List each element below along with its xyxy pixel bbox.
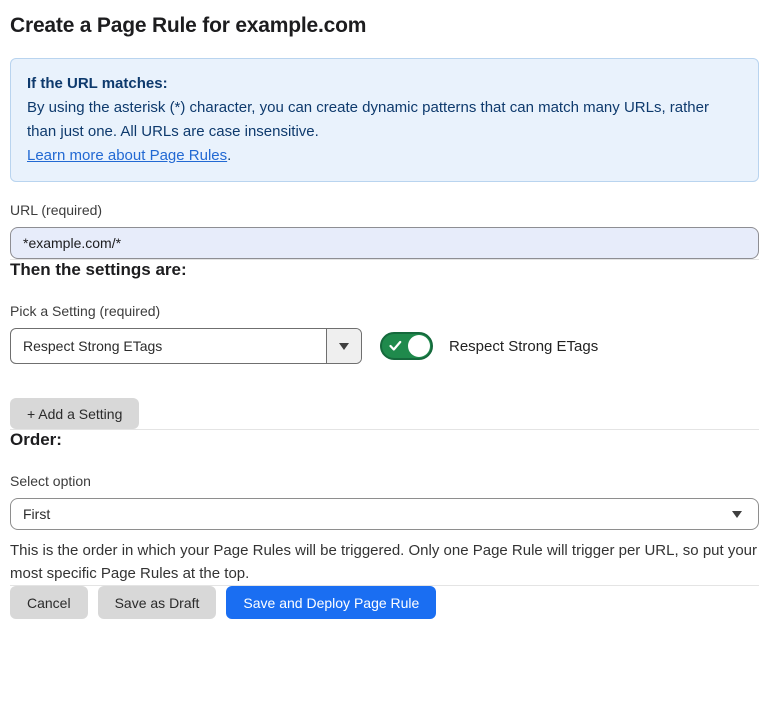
setting-select-value: Respect Strong ETags (11, 329, 326, 363)
check-icon (389, 341, 402, 352)
toggle-knob (408, 335, 430, 357)
setting-toggle-on[interactable] (380, 332, 433, 360)
info-box-body: By using the asterisk (*) character, you… (27, 96, 742, 144)
order-select-value: First (23, 506, 50, 522)
save-and-deploy-button[interactable]: Save and Deploy Page Rule (226, 586, 436, 619)
chevron-down-icon[interactable] (326, 329, 361, 363)
setting-select-dropdown[interactable]: Respect Strong ETags (10, 328, 362, 364)
order-heading: Order: (10, 430, 759, 450)
learn-more-link[interactable]: Learn more about Page Rules (27, 147, 227, 164)
order-select-label: Select option (10, 473, 759, 489)
add-setting-button[interactable]: + Add a Setting (10, 398, 139, 429)
info-box-heading: If the URL matches: (27, 72, 742, 96)
cancel-button[interactable]: Cancel (10, 586, 88, 619)
order-description: This is the order in which your Page Rul… (10, 539, 759, 585)
create-page-rule-form: Create a Page Rule for example.com If th… (0, 0, 769, 635)
link-period: . (227, 147, 231, 164)
url-input[interactable] (10, 227, 759, 259)
info-box-link-line: Learn more about Page Rules. (27, 144, 742, 168)
setting-row: Respect Strong ETags Respect Strong ETag… (10, 328, 759, 364)
url-field-label: URL (required) (10, 202, 759, 218)
save-as-draft-button[interactable]: Save as Draft (98, 586, 217, 619)
order-select-dropdown[interactable]: First (10, 498, 759, 530)
triangle-glyph (339, 343, 349, 350)
toggle-label: Respect Strong ETags (449, 338, 598, 355)
pick-setting-label: Pick a Setting (required) (10, 303, 759, 319)
page-title: Create a Page Rule for example.com (10, 14, 759, 38)
chevron-down-icon (732, 511, 742, 518)
url-match-info-box: If the URL matches: By using the asteris… (10, 58, 759, 182)
form-actions: Cancel Save as Draft Save and Deploy Pag… (10, 586, 759, 619)
settings-heading: Then the settings are: (10, 260, 759, 280)
